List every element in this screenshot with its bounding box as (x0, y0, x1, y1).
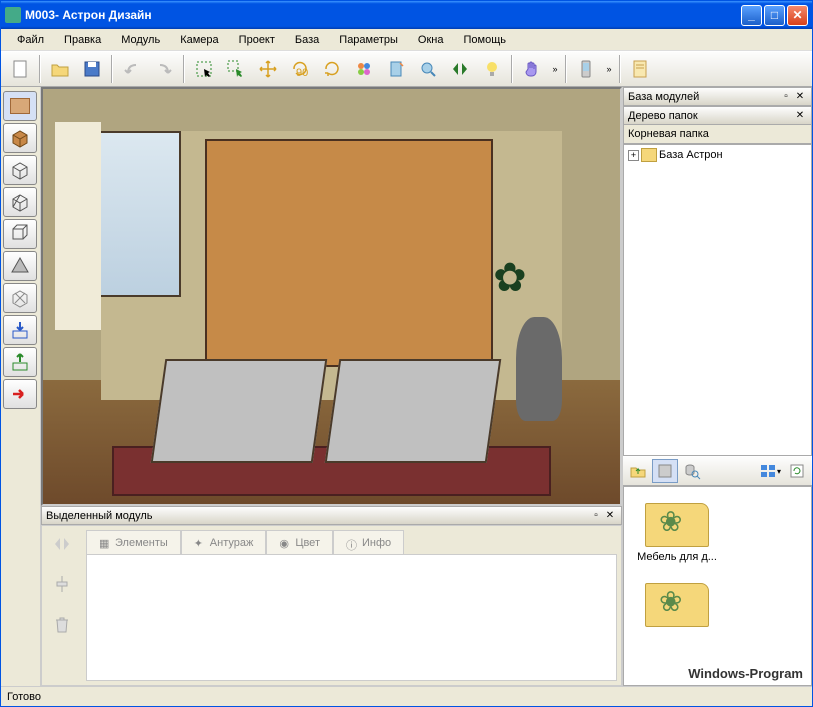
minimize-button[interactable]: _ (741, 5, 762, 26)
arrow-tool[interactable] (3, 379, 37, 409)
menu-base[interactable]: База (285, 32, 329, 48)
menubar: Файл Правка Модуль Камера Проект База Па… (1, 29, 812, 51)
modules-header: База модулей ▫ ✕ (623, 87, 812, 106)
menu-edit[interactable]: Правка (54, 32, 111, 48)
tree-item[interactable]: + База Астрон (626, 147, 809, 163)
select-cursor-button[interactable] (221, 54, 251, 84)
menu-file[interactable]: Файл (7, 32, 54, 48)
export-tool[interactable] (3, 347, 37, 377)
tab-color[interactable]: ◉Цвет (266, 530, 333, 554)
up-folder-button[interactable] (625, 459, 651, 483)
cube-cross-tool[interactable] (3, 283, 37, 313)
window-title: М003- Астрон Дизайн (25, 8, 741, 22)
search-db-button[interactable] (679, 459, 705, 483)
status-text: Готово (7, 691, 41, 703)
refresh-button[interactable] (784, 459, 810, 483)
watermark: Windows-Program (688, 666, 803, 681)
view-large-button[interactable] (652, 459, 678, 483)
hand-button[interactable] (517, 54, 547, 84)
tree-title: Дерево папок (628, 110, 793, 122)
tab-entourage[interactable]: ✦Антураж (181, 530, 267, 554)
modules-title: База модулей (628, 91, 779, 103)
modules-close-icon[interactable]: ✕ (793, 91, 807, 102)
texture-tool[interactable] (3, 91, 37, 121)
flip-button[interactable] (445, 54, 475, 84)
app-icon (5, 7, 21, 23)
new-button[interactable] (5, 54, 35, 84)
tab-elements[interactable]: ▦Элементы (86, 530, 181, 554)
menu-project[interactable]: Проект (229, 32, 285, 48)
cube-solid-tool[interactable] (3, 123, 37, 153)
folder-tree[interactable]: + База Астрон (623, 144, 812, 456)
triangle-tool[interactable] (3, 251, 37, 281)
cube-wire-tool[interactable] (3, 155, 37, 185)
trash-icon[interactable] (50, 612, 74, 636)
left-toolbar (1, 87, 41, 686)
select-rect-button[interactable] (189, 54, 219, 84)
slider-icon[interactable] (50, 572, 74, 596)
svg-text:90: 90 (296, 67, 308, 79)
zoom-fit-button[interactable] (413, 54, 443, 84)
close-button[interactable]: ✕ (787, 5, 808, 26)
thumbnail-label: Мебель для д... (632, 551, 722, 563)
folder-thumbnail[interactable]: ❀ Мебель для д... (632, 495, 722, 563)
root-folder-header: Корневая папка (623, 125, 812, 144)
menu-module[interactable]: Модуль (111, 32, 170, 48)
cube-persp-tool[interactable] (3, 187, 37, 217)
undo-button[interactable] (117, 54, 147, 84)
cube-ortho-tool[interactable] (3, 219, 37, 249)
flip-icon[interactable] (50, 532, 74, 556)
right-toolbar: ▾ (623, 456, 812, 486)
move-button[interactable] (253, 54, 283, 84)
tab-content (86, 554, 617, 681)
toolbar-more-2[interactable]: » (603, 64, 615, 74)
expand-icon[interactable]: + (628, 150, 639, 161)
tab-info[interactable]: ⓘИнфо (333, 530, 404, 554)
phone-button[interactable] (571, 54, 601, 84)
panel-close-icon[interactable]: ✕ (603, 510, 617, 521)
folder-icon (641, 148, 657, 162)
panel-dock-icon[interactable]: ▫ (589, 510, 603, 521)
redo-button[interactable] (149, 54, 179, 84)
view-mode-button[interactable]: ▾ (757, 459, 783, 483)
titlebar: М003- Астрон Дизайн _ □ ✕ (1, 1, 812, 29)
tree-item-label: База Астрон (659, 149, 723, 161)
mirror-button[interactable] (381, 54, 411, 84)
selected-module-header: Выделенный модуль ▫ ✕ (41, 506, 622, 525)
maximize-button[interactable]: □ (764, 5, 785, 26)
import-tool[interactable] (3, 315, 37, 345)
color-button[interactable] (349, 54, 379, 84)
rotate90-button[interactable]: 90 (285, 54, 315, 84)
menu-windows[interactable]: Окна (408, 32, 454, 48)
modules-dock-icon[interactable]: ▫ (779, 91, 793, 102)
tree-header: Дерево папок ✕ (623, 106, 812, 125)
tree-close-icon[interactable]: ✕ (793, 110, 807, 121)
toolbar-more-1[interactable]: » (549, 64, 561, 74)
selected-module-title: Выделенный модуль (46, 510, 589, 522)
root-folder-label: Корневая папка (628, 128, 807, 140)
menu-params[interactable]: Параметры (329, 32, 408, 48)
bulb-button[interactable] (477, 54, 507, 84)
page-button[interactable] (625, 54, 655, 84)
menu-camera[interactable]: Камера (170, 32, 228, 48)
folder-thumbnail[interactable]: ❀ (632, 575, 722, 627)
rotate-button[interactable] (317, 54, 347, 84)
toolbar: 90 » » (1, 51, 812, 87)
viewport-3d[interactable]: ✿ (41, 87, 622, 506)
open-button[interactable] (45, 54, 75, 84)
save-button[interactable] (77, 54, 107, 84)
thumbnail-panel[interactable]: ❀ Мебель для д... ❀ Windows-Program (623, 486, 812, 686)
statusbar: Готово (1, 686, 812, 706)
menu-help[interactable]: Помощь (453, 32, 516, 48)
